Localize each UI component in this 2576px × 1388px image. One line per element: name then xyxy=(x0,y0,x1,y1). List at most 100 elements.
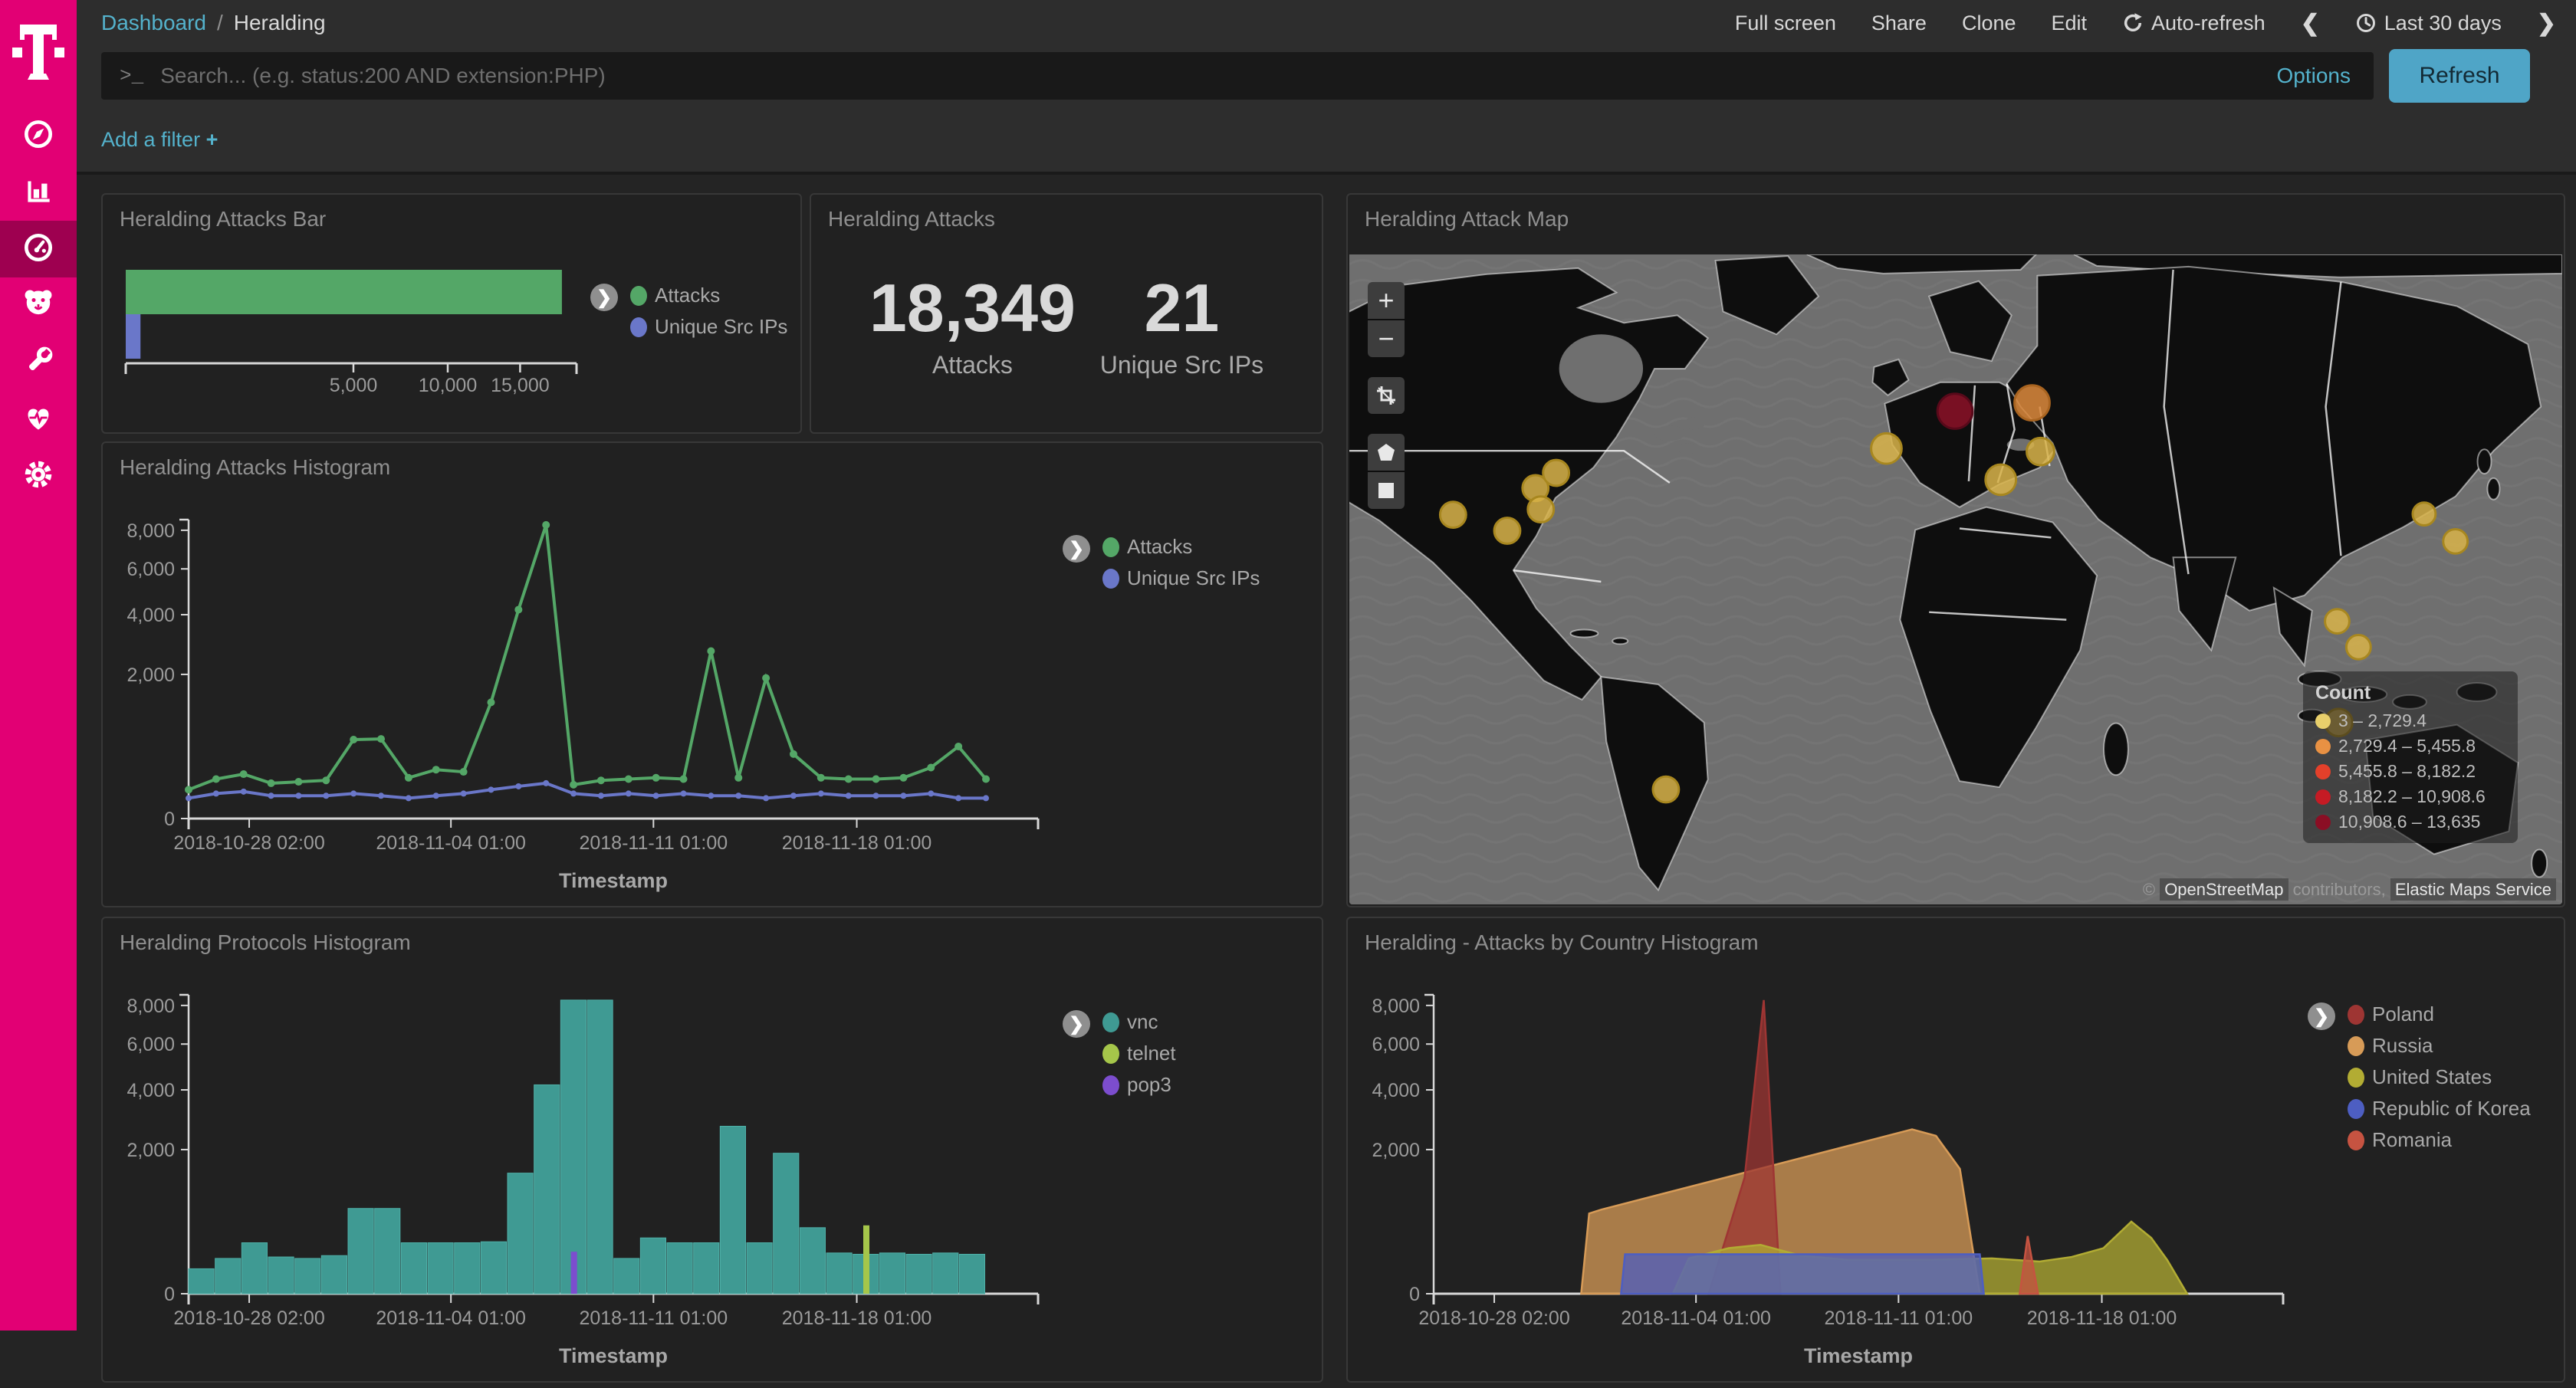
country-histogram-legend: ❯ Poland Russia United States Republic of Ko… xyxy=(2308,1002,2531,1152)
legend-dot xyxy=(2348,1099,2364,1119)
search-bar-row: >_ Options Refresh xyxy=(77,46,2576,107)
attacks-bar-chart: 5,00010,00015,000 xyxy=(121,265,642,422)
legend-item-united-states[interactable]: United States xyxy=(2348,1065,2531,1089)
map-zoom-out-button[interactable]: − xyxy=(1368,320,1405,357)
options-link[interactable]: Options xyxy=(2277,64,2351,88)
legend-label: pop3 xyxy=(1127,1073,1171,1097)
svg-text:2018-11-11 01:00: 2018-11-11 01:00 xyxy=(579,832,728,854)
time-prev-button[interactable]: ❮ xyxy=(2301,10,2320,37)
legend-toggle-chevron-icon[interactable]: ❯ xyxy=(590,284,618,311)
world-map[interactable]: + − Count 3 – 2,729.42,729.4 – 5,455.85,… xyxy=(1349,254,2562,904)
legend-toggle-chevron-icon[interactable]: ❯ xyxy=(2308,1002,2335,1030)
svg-text:2,000: 2,000 xyxy=(1372,1140,1420,1161)
metric-value: 18,349 xyxy=(869,274,1076,342)
t-mobile-logo[interactable] xyxy=(0,0,77,107)
legend-item-attacks[interactable]: Attacks xyxy=(1102,535,1260,559)
legend-dot xyxy=(1102,537,1119,557)
legend-dot xyxy=(1102,1044,1119,1064)
heartbeat-icon xyxy=(21,400,56,439)
breadcrumb-dashboard-link[interactable]: Dashboard xyxy=(101,11,206,35)
legend-item-attacks[interactable]: Attacks xyxy=(630,284,787,307)
svg-text:2018-11-18 01:00: 2018-11-18 01:00 xyxy=(2027,1308,2177,1329)
svg-text:2018-11-04 01:00: 2018-11-04 01:00 xyxy=(1621,1308,1771,1329)
sidebar-item-discover[interactable] xyxy=(0,107,77,164)
legend-item-unique-src-ips[interactable]: Unique Src IPs xyxy=(1102,566,1260,590)
attacks-histogram-legend: ❯ Attacks Unique Src IPs xyxy=(1063,535,1260,590)
legend-label: Attacks xyxy=(1127,535,1192,559)
svg-text:5,000: 5,000 xyxy=(330,375,378,396)
svg-text:2018-11-18 01:00: 2018-11-18 01:00 xyxy=(782,1308,932,1329)
t-logo-icon xyxy=(11,20,66,87)
openstreetmap-link[interactable]: OpenStreetMap xyxy=(2160,878,2288,901)
legend-toggle-chevron-icon[interactable]: ❯ xyxy=(1063,535,1090,563)
time-picker-button[interactable]: Last 30 days xyxy=(2355,11,2502,35)
map-fit-bounds-button[interactable] xyxy=(1368,377,1405,414)
protocols-histogram-legend: ❯ vnc telnet pop3 xyxy=(1063,1010,1176,1097)
map-draw-rectangle-button[interactable] xyxy=(1368,472,1405,509)
sidebar-item-timelion[interactable] xyxy=(0,277,77,334)
legend-item-poland[interactable]: Poland xyxy=(2348,1002,2531,1026)
add-filter-button[interactable]: Add a filter + xyxy=(101,128,218,152)
map-legend-label: 2,729.4 – 5,455.8 xyxy=(2338,736,2476,756)
metric-label: Attacks xyxy=(869,351,1076,379)
legend-item-pop3[interactable]: pop3 xyxy=(1102,1073,1176,1097)
time-next-button[interactable]: ❯ xyxy=(2537,10,2556,37)
svg-text:2,000: 2,000 xyxy=(127,664,175,686)
bar-chart-icon xyxy=(21,173,56,212)
svg-text:2018-10-28 02:00: 2018-10-28 02:00 xyxy=(1418,1308,1569,1329)
refresh-button[interactable]: Refresh xyxy=(2389,49,2530,103)
legend-label: telnet xyxy=(1127,1042,1176,1065)
svg-text:8,000: 8,000 xyxy=(127,996,175,1017)
svg-text:2018-10-28 02:00: 2018-10-28 02:00 xyxy=(173,1308,324,1329)
legend-item-vnc[interactable]: vnc xyxy=(1102,1010,1176,1034)
legend-dot xyxy=(1102,1075,1119,1095)
sidebar-item-monitoring[interactable] xyxy=(0,391,77,448)
auto-refresh-button[interactable]: Auto-refresh xyxy=(2122,11,2266,35)
panel-title: Heralding Protocols Histogram xyxy=(120,930,411,955)
metric-value: 21 xyxy=(1100,274,1263,342)
svg-text:Timestamp: Timestamp xyxy=(1804,1344,1913,1367)
svg-text:6,000: 6,000 xyxy=(1372,1034,1420,1055)
svg-text:2018-11-18 01:00: 2018-11-18 01:00 xyxy=(782,832,932,854)
svg-text:0: 0 xyxy=(164,1284,175,1305)
elastic-maps-service-link[interactable]: Elastic Maps Service xyxy=(2390,878,2556,901)
wrench-icon xyxy=(21,343,56,382)
crop-icon xyxy=(1375,385,1397,406)
share-button[interactable]: Share xyxy=(1871,11,1927,35)
polygon-icon xyxy=(1376,442,1396,462)
svg-text:10,000: 10,000 xyxy=(419,375,477,396)
plus-icon: + xyxy=(206,128,219,151)
legend-item-unique-src-ips[interactable]: Unique Src IPs xyxy=(630,315,787,339)
sidebar-item-dashboard[interactable] xyxy=(0,221,77,277)
panel-heralding-attack-map: Heralding Attack Map xyxy=(1346,193,2565,907)
map-count-legend: Count 3 – 2,729.42,729.4 – 5,455.85,455.… xyxy=(2303,671,2518,843)
clock-icon xyxy=(2355,12,2377,34)
sidebar-item-dev-tools[interactable] xyxy=(0,334,77,391)
edit-button[interactable]: Edit xyxy=(2052,11,2088,35)
sidebar-item-visualize[interactable] xyxy=(0,164,77,221)
map-legend-item: 10,908.6 – 13,635 xyxy=(2315,812,2505,832)
legend-toggle-chevron-icon[interactable]: ❯ xyxy=(1063,1010,1090,1038)
legend-label: United States xyxy=(2372,1065,2492,1089)
country-histogram-chart: 02,0004,0006,0008,0002018-10-28 02:00201… xyxy=(1363,964,2314,1388)
map-zoom-in-button[interactable]: + xyxy=(1368,282,1405,319)
clone-button[interactable]: Clone xyxy=(1962,11,2016,35)
full-screen-button[interactable]: Full screen xyxy=(1735,11,1836,35)
legend-label: Romania xyxy=(2372,1128,2452,1152)
legend-item-romania[interactable]: Romania xyxy=(2348,1128,2531,1152)
svg-text:Timestamp: Timestamp xyxy=(559,1344,668,1367)
legend-item-republic-of-korea[interactable]: Republic of Korea xyxy=(2348,1097,2531,1121)
attribution-middle: contributors, xyxy=(2293,880,2386,899)
compass-icon xyxy=(21,116,56,156)
panel-heralding-attacks-bar: Heralding Attacks Bar 5,00010,00015,000 … xyxy=(101,193,802,434)
map-draw-polygon-button[interactable] xyxy=(1368,434,1405,471)
map-legend-dot xyxy=(2315,789,2331,805)
metric-attacks: 18,349 Attacks xyxy=(869,274,1076,379)
sidebar-item-management[interactable] xyxy=(0,448,77,504)
search-input[interactable] xyxy=(159,63,2276,89)
legend-label: Poland xyxy=(2372,1002,2434,1026)
legend-item-russia[interactable]: Russia xyxy=(2348,1034,2531,1058)
panel-title: Heralding Attack Map xyxy=(1365,207,1569,231)
breadcrumb: Dashboard / Heralding xyxy=(101,11,326,35)
legend-item-telnet[interactable]: telnet xyxy=(1102,1042,1176,1065)
